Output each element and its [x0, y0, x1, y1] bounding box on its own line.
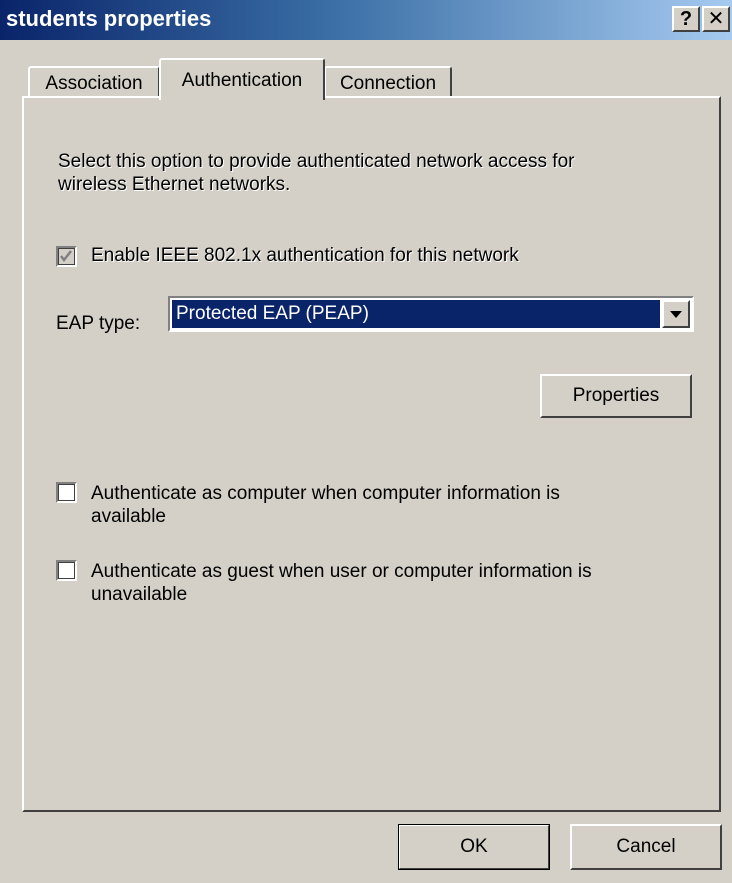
ok-button[interactable]: OK [398, 824, 550, 870]
eap-type-select[interactable]: Protected EAP (PEAP) [168, 296, 694, 332]
properties-button[interactable]: Properties [540, 374, 692, 418]
auth-as-guest-line-2: unavailable [91, 584, 188, 605]
enable-8021x-label: Enable IEEE 802.1x authentication for th… [91, 245, 519, 266]
enable-8021x-checkbox[interactable] [56, 246, 77, 267]
auth-as-guest-label: Authenticate as guest when user or compu… [91, 560, 592, 606]
auth-as-guest-line-1: Authenticate as guest when user or compu… [91, 561, 592, 582]
eap-type-label: EAP type: [56, 313, 141, 334]
auth-as-computer-checkbox[interactable] [56, 482, 77, 503]
properties-dialog: students properties ? ✕ Association Auth… [0, 0, 732, 883]
eap-type-value: Protected EAP (PEAP) [172, 300, 660, 328]
tab-connection[interactable]: Connection [324, 66, 452, 98]
title-bar[interactable]: students properties ? ✕ [0, 0, 732, 40]
tab-authentication[interactable]: Authentication [159, 58, 325, 100]
auth-as-computer-line-1: Authenticate as computer when computer i… [91, 483, 560, 504]
auth-as-computer-line-2: available [91, 506, 166, 527]
auth-as-computer-label: Authenticate as computer when computer i… [91, 482, 560, 528]
chevron-down-icon[interactable] [662, 300, 690, 328]
checkmark-icon [60, 250, 72, 263]
auth-as-guest-checkbox[interactable] [56, 560, 77, 581]
cancel-button[interactable]: Cancel [570, 824, 722, 870]
close-button[interactable]: ✕ [702, 6, 730, 32]
tab-authentication-label: Authentication [181, 70, 303, 91]
description-line-1: Select this option to provide authentica… [58, 151, 575, 172]
description-line-2: wireless Ethernet networks. [58, 174, 291, 195]
tab-association[interactable]: Association [28, 66, 160, 98]
help-button[interactable]: ? [672, 6, 700, 32]
description-text: Select this option to provide authentica… [58, 150, 658, 196]
tab-panel-authentication [22, 96, 721, 812]
window-title: students properties [6, 6, 212, 31]
